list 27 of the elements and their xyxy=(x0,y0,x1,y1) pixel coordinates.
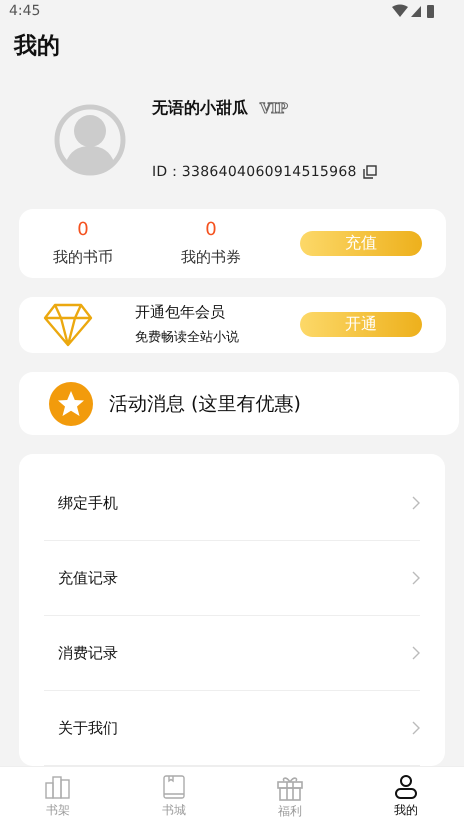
stat-value: 0 xyxy=(205,219,217,240)
vip-label: VIP xyxy=(260,100,288,117)
chevron-icon xyxy=(412,496,420,510)
nav-tab[interactable]: 我的 xyxy=(348,767,464,825)
copy-icon[interactable] xyxy=(362,165,377,180)
stat-label: 我的书券 xyxy=(181,248,241,268)
books-icon xyxy=(45,774,71,800)
user-name: 无语的小甜瓜 xyxy=(152,98,248,120)
status-icons xyxy=(392,4,436,18)
page-title: 我的 xyxy=(12,32,61,62)
user-icon xyxy=(394,774,418,800)
stat-label: 我的书币 xyxy=(53,248,113,268)
activity-label: 活动消息 (这里有优惠) xyxy=(109,392,301,417)
activity-card[interactable]: 活动消息 (这里有优惠) xyxy=(19,372,459,435)
chevron-icon xyxy=(412,721,420,735)
vip-title: 开通包年会员 xyxy=(135,303,226,322)
status-time: 4:45 xyxy=(9,3,40,20)
user-id: ID：3386404060914515968 xyxy=(152,163,357,182)
stat-value: 0 xyxy=(77,219,89,240)
menu-item[interactable]: 绑定手机 xyxy=(44,466,420,541)
book-icon xyxy=(162,774,186,800)
menu-item[interactable]: 充值记录 xyxy=(44,541,420,616)
chevron-icon xyxy=(412,646,420,660)
menu-item[interactable]: 消费记录 xyxy=(44,616,420,691)
chevron-icon xyxy=(412,571,420,585)
vip-subtitle: 免费畅读全站小说 xyxy=(135,329,239,346)
diamond-icon xyxy=(43,302,93,347)
